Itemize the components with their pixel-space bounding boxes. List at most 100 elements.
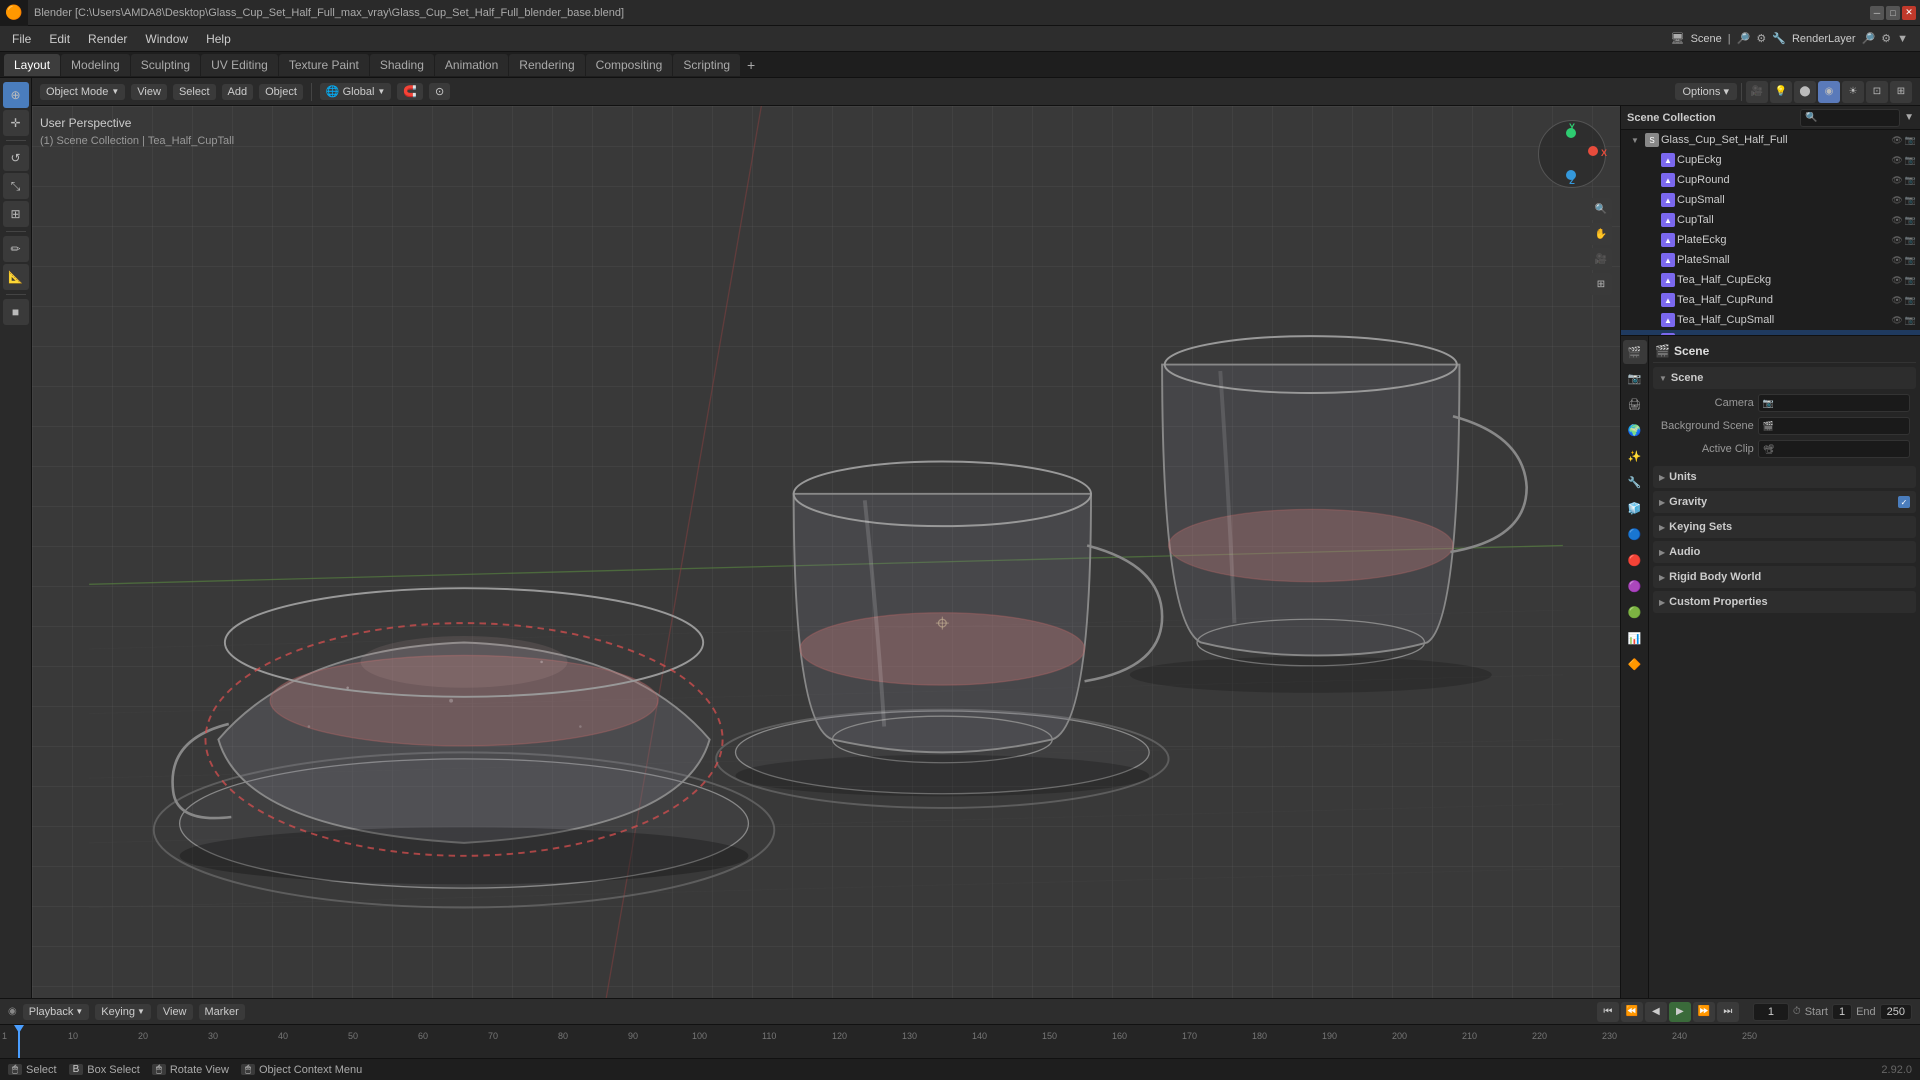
scene-section-header[interactable]: ▼ Scene xyxy=(1653,367,1916,389)
view-timeline-menu[interactable]: View xyxy=(157,1004,193,1020)
play-btn[interactable]: ▶ xyxy=(1669,1002,1691,1022)
add-workspace-button[interactable]: + xyxy=(741,55,761,75)
end-value[interactable]: 250 xyxy=(1880,1004,1912,1020)
maximize-button[interactable]: □ xyxy=(1886,6,1900,20)
camera-btn[interactable]: 🎥 xyxy=(1590,248,1612,270)
custom-props-header[interactable]: ▶ Custom Properties xyxy=(1653,591,1916,613)
proportional-edit[interactable]: ⊙ xyxy=(429,83,450,100)
tab-uv-editing[interactable]: UV Editing xyxy=(201,54,278,76)
timeline-collapse[interactable]: ◉ xyxy=(8,1006,17,1017)
particle-btn[interactable]: 🔴 xyxy=(1623,548,1647,572)
outliner-item[interactable]: ▲CupRound👁📷 xyxy=(1621,170,1920,190)
next-frame-btn[interactable]: ⏩ xyxy=(1693,1002,1715,1022)
start-value[interactable]: 1 xyxy=(1832,1004,1852,1020)
tab-compositing[interactable]: Compositing xyxy=(586,54,673,76)
tab-animation[interactable]: Animation xyxy=(435,54,508,76)
outliner-item[interactable]: ▼SGlass_Cup_Set_Half_Full👁📷 xyxy=(1621,130,1920,150)
object-menu[interactable]: Object xyxy=(259,84,303,100)
pan-btn[interactable]: ✋ xyxy=(1590,223,1612,245)
measure-tool[interactable]: 📐 xyxy=(3,264,29,290)
data-btn[interactable]: 📊 xyxy=(1623,626,1647,650)
rigid-body-section-header[interactable]: ▶ Rigid Body World xyxy=(1653,566,1916,588)
outliner-item[interactable]: ▲PlateSmall👁📷 xyxy=(1621,250,1920,270)
playback-menu[interactable]: Playback ▼ xyxy=(23,1004,90,1020)
menu-file[interactable]: File xyxy=(4,30,39,48)
marker-menu[interactable]: Marker xyxy=(199,1004,245,1020)
outliner-item[interactable]: ▲PlateEckg👁📷 xyxy=(1621,230,1920,250)
camera-value[interactable]: 📷 xyxy=(1758,394,1910,412)
timeline-ruler[interactable]: 1 10 20 30 40 50 60 70 80 90 100 110 120… xyxy=(0,1025,1920,1058)
jump-start-btn[interactable]: ⏮ xyxy=(1597,1002,1619,1022)
mode-selector[interactable]: Object Mode ▼ xyxy=(40,84,125,100)
viewport-shading-rendered[interactable]: ☀ xyxy=(1842,81,1864,103)
tab-modeling[interactable]: Modeling xyxy=(61,54,130,76)
constraints-btn[interactable]: 🟢 xyxy=(1623,600,1647,624)
viewport-shading-solid[interactable]: ⬤ xyxy=(1794,81,1816,103)
material-btn[interactable]: 🔶 xyxy=(1623,652,1647,676)
transform-orientation[interactable]: 🌐 Global ▼ xyxy=(320,83,391,100)
tab-scripting[interactable]: Scripting xyxy=(673,54,740,76)
tab-texture-paint[interactable]: Texture Paint xyxy=(279,54,369,76)
modifier-btn[interactable]: 🔵 xyxy=(1623,522,1647,546)
menu-render[interactable]: Render xyxy=(80,30,135,48)
current-frame-input[interactable] xyxy=(1753,1003,1789,1021)
tab-shading[interactable]: Shading xyxy=(370,54,434,76)
view-menu[interactable]: View xyxy=(131,84,167,100)
close-button[interactable]: ✕ xyxy=(1902,6,1916,20)
add-menu[interactable]: Add xyxy=(222,84,254,100)
select-menu[interactable]: Select xyxy=(173,84,216,100)
prev-frame-btn[interactable]: ⏪ xyxy=(1621,1002,1643,1022)
render-props-btn[interactable]: 📷 xyxy=(1623,366,1647,390)
active-clip-value[interactable]: 📽 xyxy=(1758,440,1910,458)
transform-tool[interactable]: ⊞ xyxy=(3,201,29,227)
menu-edit[interactable]: Edit xyxy=(41,30,78,48)
outliner-item[interactable]: ▲Tea_Half_CupTall👁📷 xyxy=(1621,330,1920,335)
minimize-button[interactable]: ─ xyxy=(1870,6,1884,20)
outliner-item[interactable]: ▲CupTall👁📷 xyxy=(1621,210,1920,230)
navigation-gizmo[interactable]: X Y Z xyxy=(1532,114,1612,194)
grid-btn[interactable]: ⊞ xyxy=(1590,273,1612,295)
scene-props-btn[interactable]: 🎬 xyxy=(1623,340,1647,364)
snap-toggle[interactable]: 🧲 xyxy=(397,83,423,100)
add-cube-tool[interactable]: ■ xyxy=(3,299,29,325)
units-section-header[interactable]: ▶ Units xyxy=(1653,466,1916,488)
viewport-3d[interactable]: User Perspective (1) Scene Collection | … xyxy=(32,106,1620,998)
menu-window[interactable]: Window xyxy=(137,30,196,48)
outliner-search[interactable] xyxy=(1800,109,1900,127)
physics-btn[interactable]: 🟣 xyxy=(1623,574,1647,598)
scale-tool[interactable]: ⤡ xyxy=(3,173,29,199)
scene-btn[interactable]: ✨ xyxy=(1623,444,1647,468)
bg-scene-value[interactable]: 🎬 xyxy=(1758,417,1910,435)
gravity-section-header[interactable]: ▶ Gravity ✓ xyxy=(1653,491,1916,513)
keying-section-header[interactable]: ▶ Keying Sets xyxy=(1653,516,1916,538)
jump-end-btn[interactable]: ⏭ xyxy=(1717,1002,1739,1022)
play-reverse-btn[interactable]: ◀ xyxy=(1645,1002,1667,1022)
object-btn[interactable]: 🧊 xyxy=(1623,496,1647,520)
outliner-item[interactable]: ▲Tea_Half_CupSmall👁📷 xyxy=(1621,310,1920,330)
overlay-btn[interactable]: ⊡ xyxy=(1866,81,1888,103)
tab-layout[interactable]: Layout xyxy=(4,54,60,76)
viewport-shading-material[interactable]: ◉ xyxy=(1818,81,1840,103)
world-btn[interactable]: 🔧 xyxy=(1623,470,1647,494)
gravity-toggle[interactable]: ✓ xyxy=(1898,496,1910,508)
tab-rendering[interactable]: Rendering xyxy=(509,54,584,76)
outliner-filter[interactable]: ▼ xyxy=(1904,112,1914,123)
xray-btn[interactable]: ⊞ xyxy=(1890,81,1912,103)
camera-view-btn[interactable]: 🎥 xyxy=(1746,81,1768,103)
outliner-item[interactable]: ▲Tea_Half_CupRund👁📷 xyxy=(1621,290,1920,310)
audio-section-header[interactable]: ▶ Audio xyxy=(1653,541,1916,563)
output-props-btn[interactable]: 🖨 xyxy=(1623,392,1647,416)
outliner-item[interactable]: ▲CupSmall👁📷 xyxy=(1621,190,1920,210)
move-tool[interactable]: ✛ xyxy=(3,110,29,136)
options-button[interactable]: Options ▾ xyxy=(1675,83,1738,100)
annotate-tool[interactable]: ✏ xyxy=(3,236,29,262)
keying-menu[interactable]: Keying ▼ xyxy=(95,1004,151,1020)
tab-sculpting[interactable]: Sculpting xyxy=(131,54,200,76)
outliner-item[interactable]: ▲CupEckg👁📷 xyxy=(1621,150,1920,170)
render-mode-btn[interactable]: 💡 xyxy=(1770,81,1792,103)
window-controls[interactable]: ─ □ ✕ xyxy=(1870,6,1920,20)
zoom-in-btn[interactable]: 🔍 xyxy=(1590,198,1612,220)
rotate-tool[interactable]: ↺ xyxy=(3,145,29,171)
cursor-tool[interactable]: ⊕ xyxy=(3,82,29,108)
view-layer-btn[interactable]: 🌍 xyxy=(1623,418,1647,442)
